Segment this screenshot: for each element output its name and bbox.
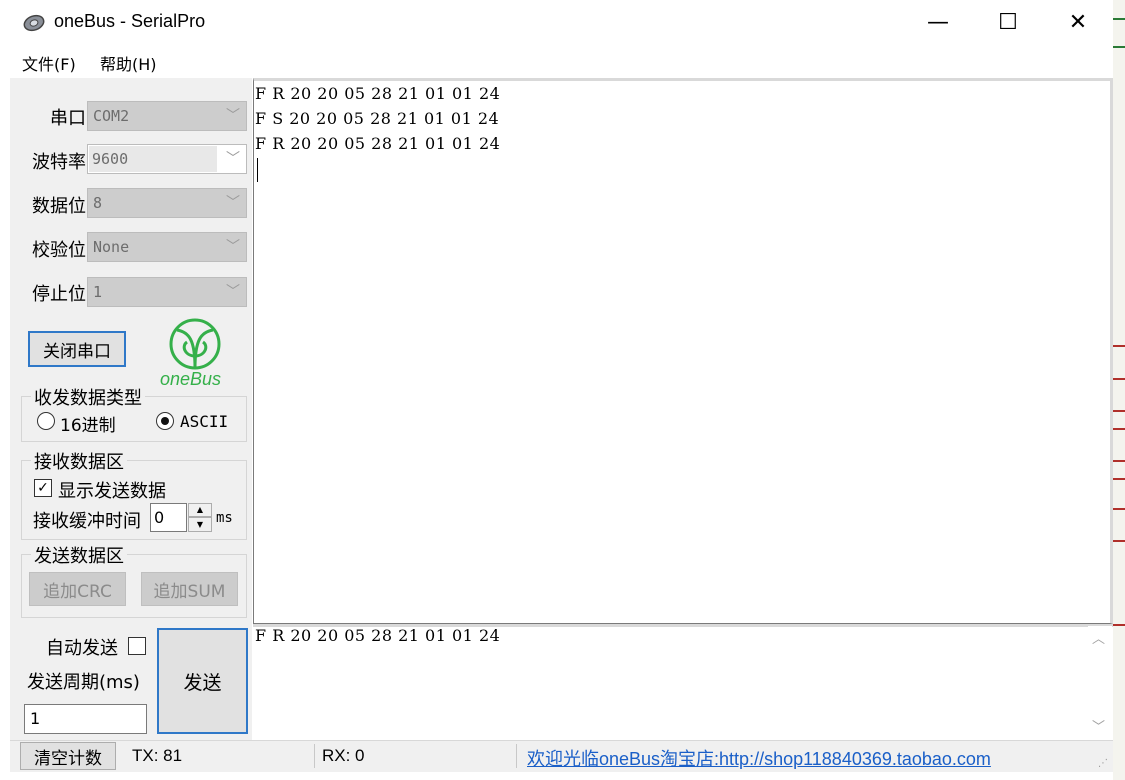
spin-down-button[interactable]: ▼ xyxy=(188,517,212,532)
buffer-time-input[interactable]: 0 xyxy=(150,503,187,532)
receive-line: F S 20 20 05 28 21 01 01 24 xyxy=(255,109,500,128)
receive-line: F R 20 20 05 28 21 01 01 24 xyxy=(255,134,501,153)
hex-label: 16进制 xyxy=(60,416,116,436)
stopbits-value: 1 xyxy=(93,283,103,301)
port-label: 串口 xyxy=(50,108,86,129)
hex-radio[interactable] xyxy=(37,412,55,430)
chevron-down-icon: ﹀ xyxy=(226,284,240,300)
close-icon: ✕ xyxy=(1068,10,1088,35)
maximize-icon: ☐ xyxy=(998,10,1018,35)
text-caret xyxy=(257,158,258,182)
receive-line: F R 20 20 05 28 21 01 01 24 xyxy=(255,84,501,103)
chevron-down-icon: ﹀ xyxy=(226,195,240,211)
status-divider xyxy=(516,744,517,768)
show-send-label: 显示发送数据 xyxy=(58,481,166,502)
scroll-up-icon[interactable]: ︿ xyxy=(1092,628,1105,647)
radio-selected-dot xyxy=(161,417,169,425)
scroll-down-icon[interactable]: ﹀ xyxy=(1092,716,1105,735)
onebus-logo-icon xyxy=(169,318,221,370)
minimize-icon: — xyxy=(927,10,949,35)
background-strip xyxy=(1113,0,1125,780)
stopbits-select[interactable]: 1 ﹀ xyxy=(87,277,247,307)
receive-text-area[interactable] xyxy=(253,78,1113,624)
ascii-label: ASCII xyxy=(180,412,229,431)
append-sum-button[interactable]: 追加SUM xyxy=(141,572,238,606)
close-port-button[interactable]: 关闭串口 xyxy=(28,331,126,367)
databits-label: 数据位 xyxy=(32,196,86,217)
resize-grip-icon[interactable]: ⋰ xyxy=(1098,758,1108,769)
receive-group-title: 接收数据区 xyxy=(31,448,127,474)
menu-bar xyxy=(0,45,1113,77)
send-button[interactable]: 发送 xyxy=(157,628,248,734)
auto-send-label: 自动发送 xyxy=(46,638,118,659)
stopbits-label: 停止位 xyxy=(32,284,86,305)
status-divider xyxy=(314,744,315,768)
data-type-title: 收发数据类型 xyxy=(31,384,145,410)
spin-up-button[interactable]: ▲ xyxy=(188,503,212,517)
send-period-label: 发送周期(ms) xyxy=(27,672,140,693)
auto-send-checkbox[interactable] xyxy=(128,637,146,655)
check-icon: ✓ xyxy=(37,480,49,496)
send-group-title: 发送数据区 xyxy=(31,542,127,568)
clear-count-button[interactable]: 清空计数 xyxy=(20,742,116,770)
send-period-input[interactable]: 1 xyxy=(24,704,147,734)
menu-file[interactable]: 文件(F) xyxy=(22,51,76,75)
baud-value: 9600 xyxy=(92,150,129,168)
app-icon xyxy=(23,14,45,32)
chevron-down-icon: ﹀ xyxy=(226,151,240,167)
databits-select[interactable]: 8 ﹀ xyxy=(87,188,247,218)
close-button[interactable]: ✕ xyxy=(1043,0,1113,45)
parity-label: 校验位 xyxy=(32,240,86,261)
parity-select[interactable]: None ﹀ xyxy=(87,232,247,262)
menu-help[interactable]: 帮助(H) xyxy=(100,51,157,75)
port-select[interactable]: COM2 ﹀ xyxy=(87,101,247,131)
baud-select[interactable]: 9600 ﹀ xyxy=(87,144,247,174)
buffer-unit-label: ms xyxy=(216,510,233,526)
rx-count: RX: 0 xyxy=(322,746,365,765)
chevron-down-icon: ﹀ xyxy=(226,239,240,255)
baud-label: 波特率 xyxy=(32,152,86,173)
minimize-button[interactable]: — xyxy=(903,0,973,45)
send-text: F R 20 20 05 28 21 01 01 24 xyxy=(255,626,501,645)
databits-value: 8 xyxy=(93,194,103,212)
parity-value: None xyxy=(93,238,130,256)
append-crc-button[interactable]: 追加CRC xyxy=(29,572,126,606)
chevron-down-icon: ﹀ xyxy=(226,108,240,124)
onebus-logo-text: oneBus xyxy=(160,369,222,389)
window-title: oneBus - SerialPro xyxy=(54,11,206,31)
maximize-button[interactable]: ☐ xyxy=(973,0,1043,45)
port-value: COM2 xyxy=(93,107,130,125)
tx-count: TX: 81 xyxy=(132,746,183,765)
shop-link[interactable]: 欢迎光临oneBus淘宝店:http://shop118840369.taoba… xyxy=(527,745,991,771)
buffer-time-label: 接收缓冲时间 xyxy=(33,511,141,532)
ascii-radio[interactable] xyxy=(156,412,174,430)
show-send-checkbox[interactable]: ✓ xyxy=(34,479,52,497)
